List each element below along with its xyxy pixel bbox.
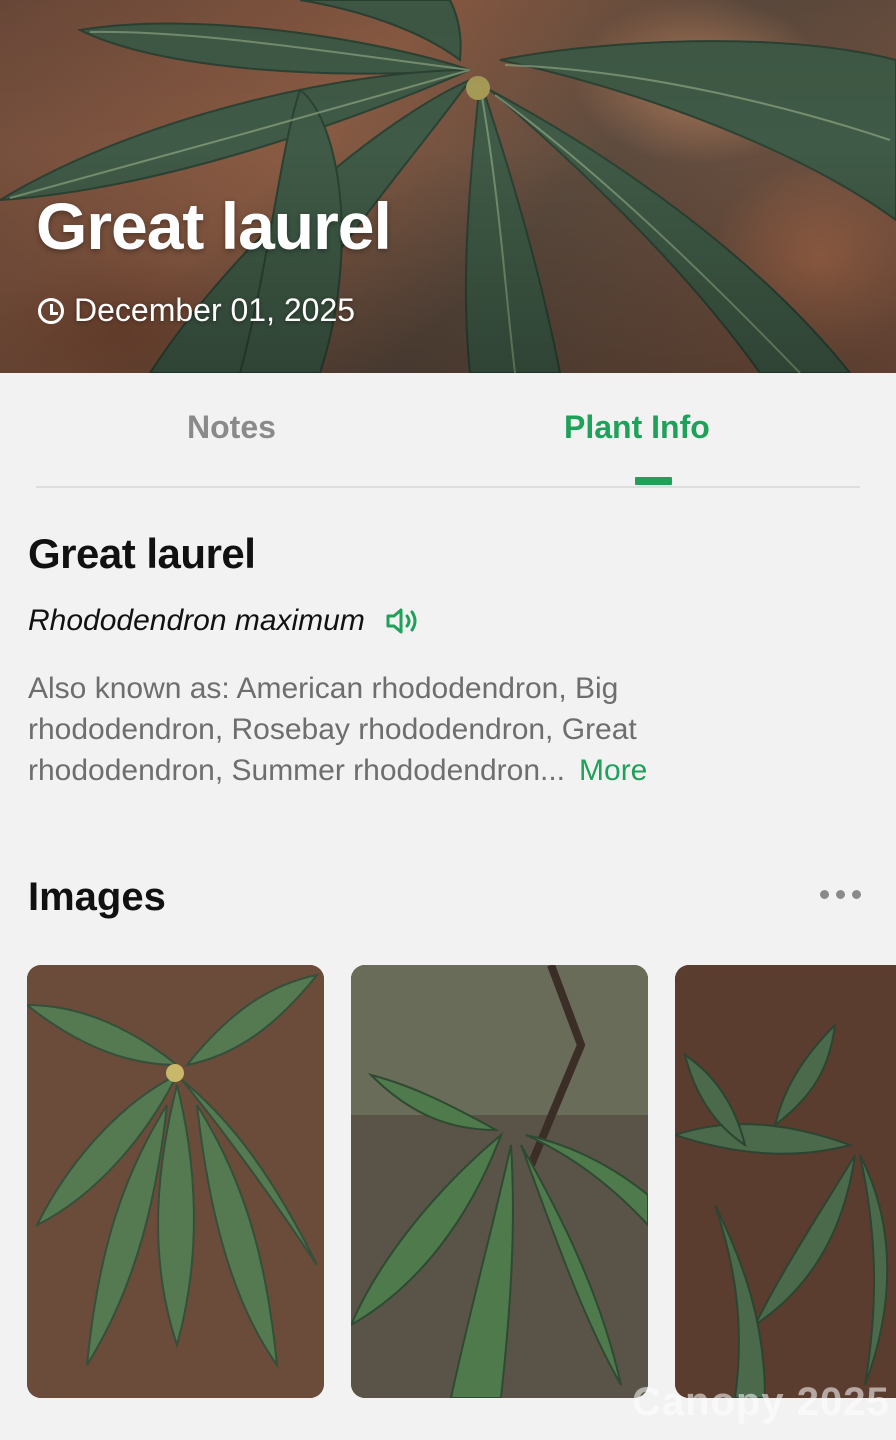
tab-notes[interactable]: Notes xyxy=(187,409,276,446)
watermark: Canopy 2025 xyxy=(632,1380,890,1424)
scientific-name-row: Rhododendron maximum xyxy=(28,604,421,638)
also-known-as: Also known as: American rhododendron, Bi… xyxy=(28,668,868,791)
clock-icon xyxy=(38,297,64,324)
hero-image: Great laurel December 01, 2025 xyxy=(0,0,896,373)
more-link[interactable]: More xyxy=(579,754,647,787)
capture-date: December 01, 2025 xyxy=(38,292,355,329)
common-name: Great laurel xyxy=(28,530,256,577)
date-label: December 01, 2025 xyxy=(74,292,356,328)
plant-photo-2[interactable] xyxy=(351,965,648,1398)
tab-plant-info[interactable]: Plant Info xyxy=(564,409,710,446)
images-section-title: Images xyxy=(28,875,166,919)
active-tab-indicator xyxy=(635,477,672,485)
speaker-icon[interactable] xyxy=(385,606,421,636)
plant-photo-1[interactable] xyxy=(27,965,324,1398)
plant-title: Great laurel xyxy=(36,189,392,263)
tab-divider xyxy=(36,486,860,488)
tab-bar: Notes Plant Info xyxy=(0,373,896,488)
aka-line-last: rhododendron, Summer rhododendron... More xyxy=(28,750,868,791)
aka-line: rhododendron, Rosebay rhododendron, Grea… xyxy=(28,713,637,746)
more-horizontal-icon[interactable] xyxy=(816,886,865,903)
aka-line: Also known as: American rhododendron, Bi… xyxy=(28,672,619,705)
plant-photo-3[interactable] xyxy=(675,965,896,1398)
aka-line-text: rhododendron, Summer rhododendron... xyxy=(28,754,566,787)
scientific-name: Rhododendron maximum xyxy=(28,604,365,637)
